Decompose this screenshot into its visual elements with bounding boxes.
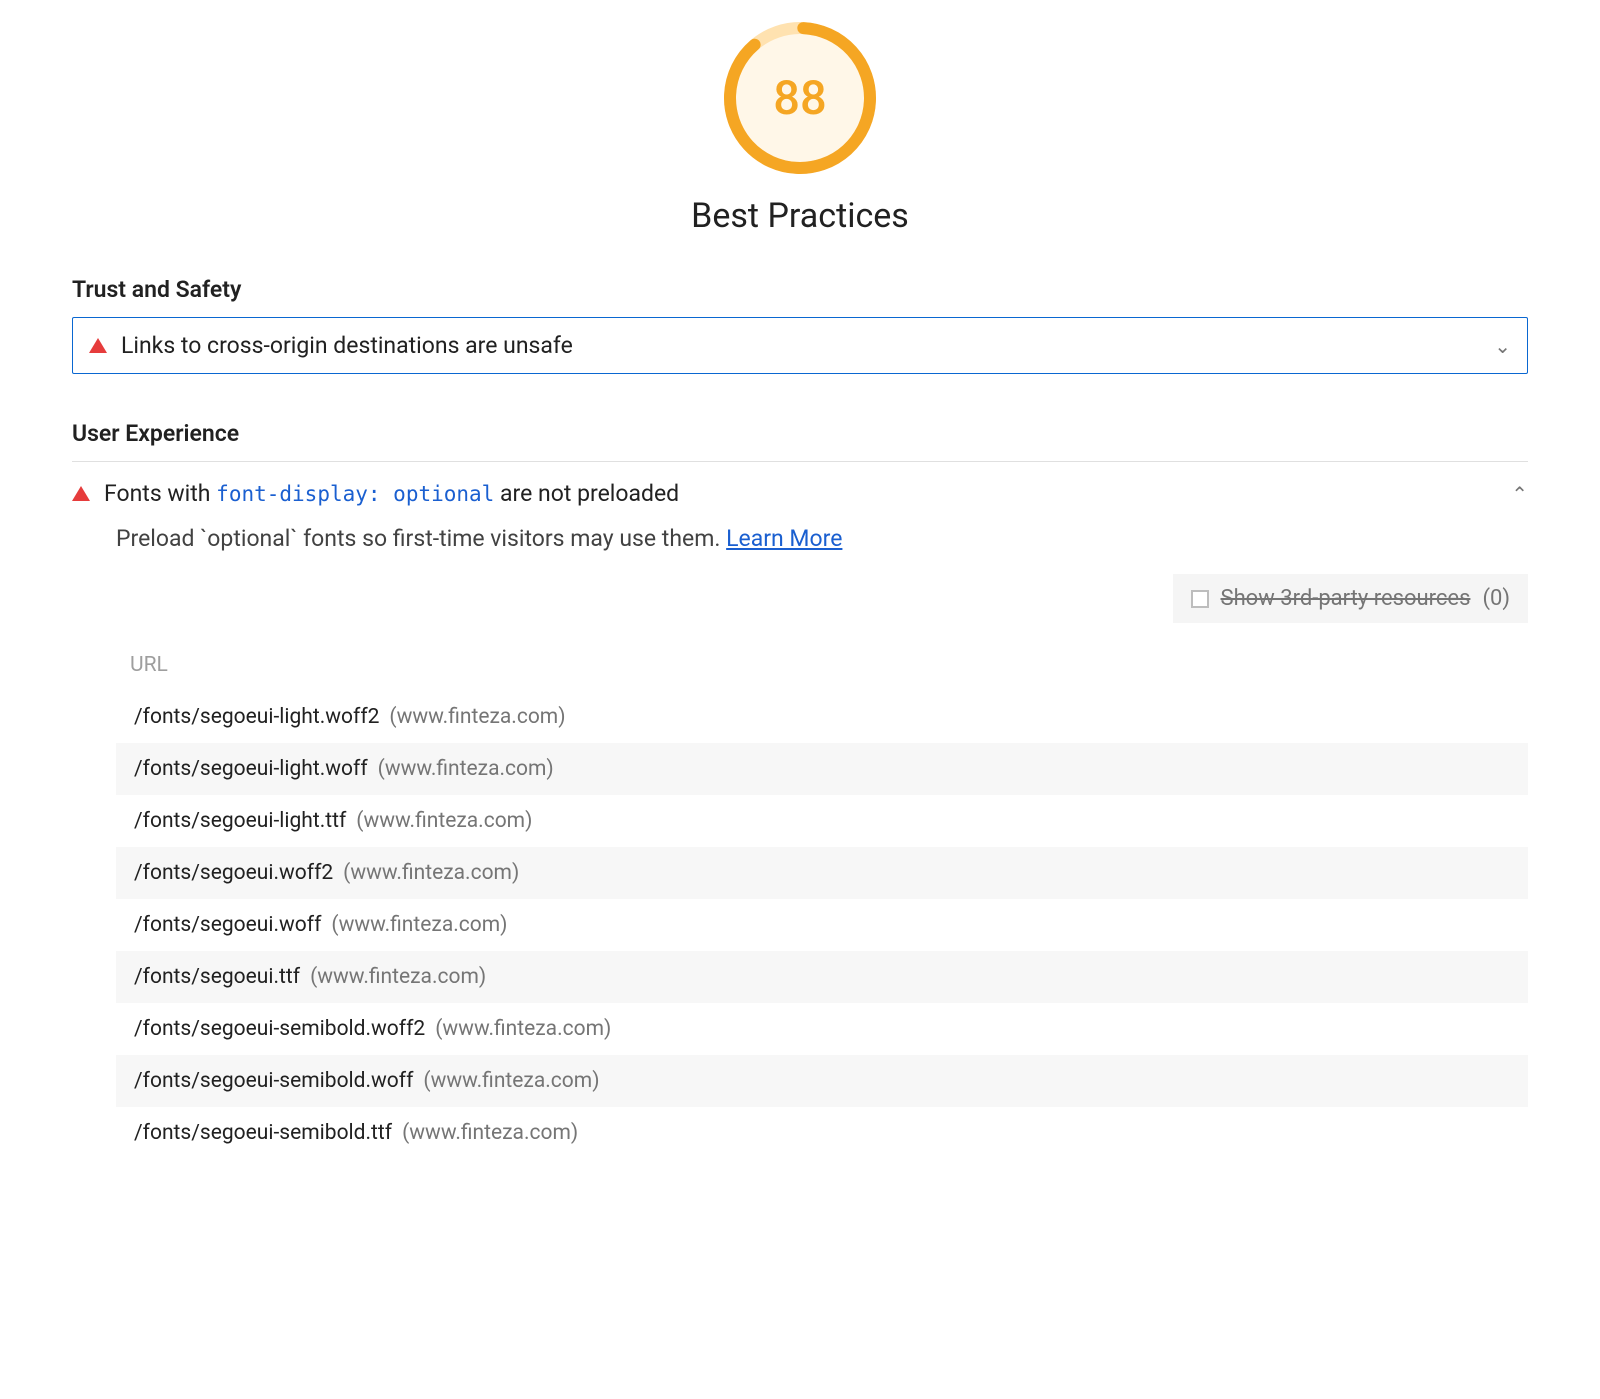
table-row: /fonts/segoeui-semibold.woff2 (www.fintez… <box>116 1003 1528 1055</box>
table-row: /fonts/segoeui-light.woff (www.finteza.co… <box>116 743 1528 795</box>
url-host: (www.finteza.com) <box>435 1017 611 1041</box>
audit-description: Preload `optional` fonts so first-time v… <box>116 525 1528 552</box>
table-row: /fonts/segoeui.ttf (www.finteza.com) <box>116 951 1528 1003</box>
section-heading-ux: User Experience <box>72 420 1528 447</box>
audit-title: Links to cross-origin destinations are u… <box>121 332 1480 359</box>
url-host: (www.finteza.com) <box>310 965 486 989</box>
table-row: /fonts/segoeui-semibold.ttf (www.finteza.… <box>116 1107 1528 1159</box>
audit-title-pre: Fonts with <box>104 480 216 507</box>
audit-cross-origin-links[interactable]: Links to cross-origin destinations are u… <box>72 317 1528 374</box>
audit-title: Fonts with font-display: optional are no… <box>104 480 1497 507</box>
table-row: /fonts/segoeui-semibold.woff (www.finteza… <box>116 1055 1528 1107</box>
table-row: /fonts/segoeui-light.woff2 (www.finteza.c… <box>116 691 1528 743</box>
table-header-url: URL <box>116 645 1528 691</box>
audit-font-display-optional[interactable]: Fonts with font-display: optional are no… <box>72 476 1528 525</box>
third-party-label: Show 3rd-party resources <box>1221 586 1471 611</box>
divider <box>72 461 1528 462</box>
learn-more-link[interactable]: Learn More <box>726 525 842 552</box>
score-gauge: 88 <box>720 18 880 178</box>
third-party-count: (0) <box>1482 586 1510 611</box>
table-row: /fonts/segoeui.woff2 (www.finteza.com) <box>116 847 1528 899</box>
url-host: (www.finteza.com) <box>331 913 507 937</box>
url-host: (www.finteza.com) <box>402 1121 578 1145</box>
url-path: /fonts/segoeui.woff2 <box>134 861 333 885</box>
score-gauge-section: 88 Best Practices <box>72 18 1528 236</box>
score-value: 88 <box>720 18 880 178</box>
url-path: /fonts/segoeui-light.ttf <box>134 809 346 833</box>
url-host: (www.finteza.com) <box>378 757 554 781</box>
url-host: (www.finteza.com) <box>389 705 565 729</box>
checkbox-icon[interactable] <box>1191 590 1209 608</box>
category-title: Best Practices <box>691 196 909 236</box>
table-row: /fonts/segoeui.woff (www.finteza.com) <box>116 899 1528 951</box>
url-path: /fonts/segoeui-semibold.woff <box>134 1069 413 1093</box>
url-table: URL /fonts/segoeui-light.woff2 (www.finte… <box>116 645 1528 1159</box>
third-party-toggle[interactable]: Show 3rd-party resources (0) <box>1173 574 1529 623</box>
table-row: /fonts/segoeui-light.ttf (www.finteza.com… <box>116 795 1528 847</box>
url-path: /fonts/segoeui-light.woff <box>134 757 368 781</box>
chevron-down-icon: ⌄ <box>1494 334 1511 358</box>
warning-triangle-icon <box>72 486 90 501</box>
chevron-up-icon: ⌃ <box>1511 482 1528 506</box>
url-path: /fonts/segoeui-semibold.ttf <box>134 1121 392 1145</box>
audit-title-code: font-display: optional <box>216 482 494 506</box>
warning-triangle-icon <box>89 338 107 353</box>
url-host: (www.finteza.com) <box>423 1069 599 1093</box>
url-host: (www.finteza.com) <box>343 861 519 885</box>
url-host: (www.finteza.com) <box>356 809 532 833</box>
audit-title-post: are not preloaded <box>494 480 679 507</box>
url-path: /fonts/segoeui-semibold.woff2 <box>134 1017 425 1041</box>
url-path: /fonts/segoeui.ttf <box>134 965 300 989</box>
section-heading-trust: Trust and Safety <box>72 276 1528 303</box>
audit-description-text: Preload `optional` fonts so first-time v… <box>116 525 726 552</box>
url-path: /fonts/segoeui-light.woff2 <box>134 705 379 729</box>
url-path: /fonts/segoeui.woff <box>134 913 321 937</box>
